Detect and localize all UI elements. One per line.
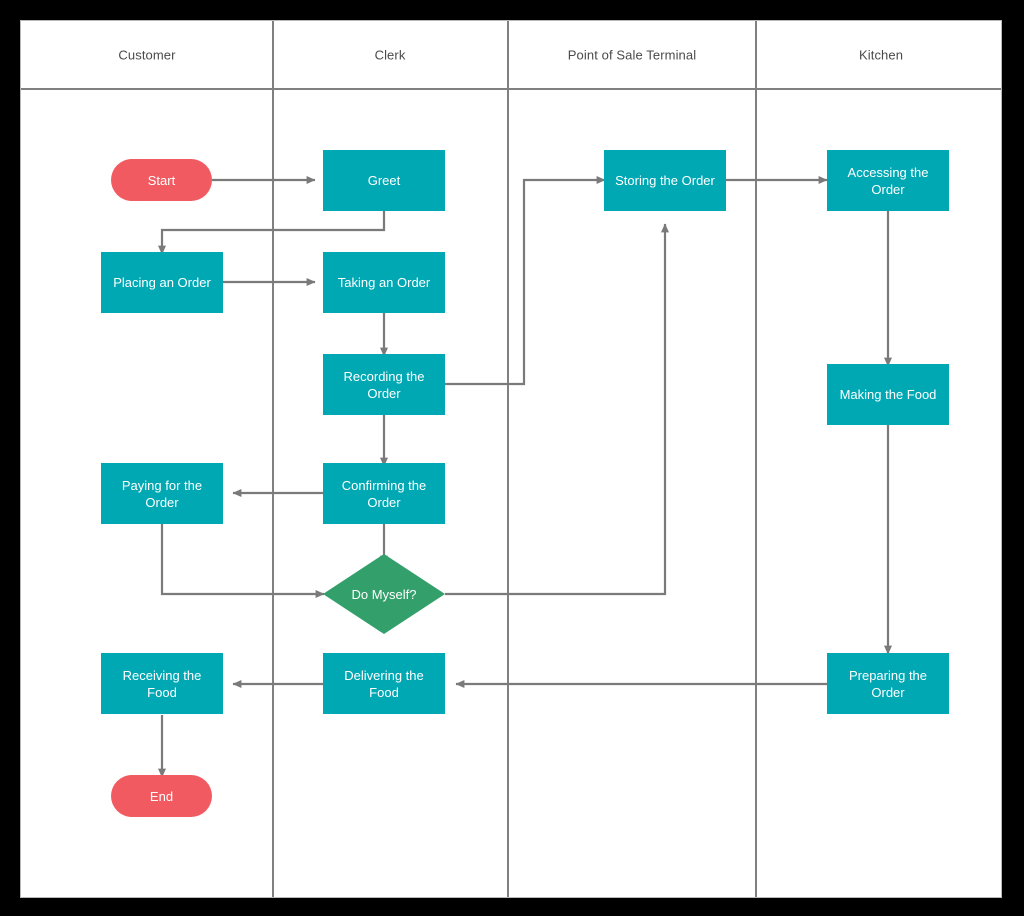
node-preparing-the-order[interactable]: Preparing the Order — [827, 653, 949, 714]
node-recording-the-order[interactable]: Recording the Order — [323, 354, 445, 415]
connector-do-myself-to-storing-order — [445, 223, 669, 596]
node-greet-label: Greet — [367, 173, 401, 188]
node-delivering-the-food-label: Delivering the Food — [344, 667, 424, 700]
node-start-label: Start — [147, 172, 176, 188]
screenshot-stage: Customer Clerk Point of Sale Terminal Ki… — [0, 0, 1024, 916]
node-start[interactable]: Start — [111, 159, 212, 201]
node-do-myself-decision[interactable]: Do Myself? — [323, 554, 445, 634]
node-taking-an-order[interactable]: Taking an Order — [323, 252, 445, 313]
node-placing-an-order[interactable]: Placing an Order — [101, 252, 223, 313]
node-do-myself-label: Do Myself? — [351, 586, 417, 602]
node-greet[interactable]: Greet — [323, 150, 445, 211]
node-accessing-the-order[interactable]: Accessing the Order — [827, 150, 949, 211]
node-making-the-food[interactable]: Making the Food — [827, 364, 949, 425]
node-confirming-the-order[interactable]: Confirming the Order — [323, 463, 445, 524]
node-accessing-the-order-label: Accessing the Order — [847, 164, 929, 197]
lane-header-kitchen: Kitchen — [858, 47, 904, 63]
node-confirming-the-order-label: Confirming the Order — [341, 477, 427, 510]
node-storing-the-order[interactable]: Storing the Order — [604, 150, 726, 211]
node-receiving-the-food[interactable]: Receiving the Food — [101, 653, 223, 714]
connector-group — [158, 176, 892, 778]
node-end-label: End — [149, 788, 174, 804]
diagram-canvas: Customer Clerk Point of Sale Terminal Ki… — [20, 20, 1002, 898]
node-preparing-the-order-label: Preparing the Order — [848, 667, 928, 700]
node-paying-for-the-order-label: Paying for the Order — [121, 477, 203, 510]
node-end[interactable]: End — [111, 775, 212, 817]
lane-header-point-of-sale-terminal: Point of Sale Terminal — [567, 47, 697, 63]
connector-recording-to-storing-order — [445, 176, 606, 386]
connector-paying-order-to-do-myself — [160, 524, 325, 598]
node-delivering-the-food[interactable]: Delivering the Food — [323, 653, 445, 714]
node-recording-the-order-label: Recording the Order — [343, 368, 425, 401]
node-storing-the-order-label: Storing the Order — [615, 173, 715, 188]
node-taking-an-order-label: Taking an Order — [337, 275, 431, 290]
node-paying-for-the-order[interactable]: Paying for the Order — [101, 463, 223, 524]
node-placing-an-order-label: Placing an Order — [113, 275, 211, 290]
node-making-the-food-label: Making the Food — [839, 387, 937, 402]
lane-header-customer: Customer — [118, 47, 176, 63]
node-receiving-the-food-label: Receiving the Food — [122, 667, 202, 700]
lane-header-clerk: Clerk — [374, 47, 406, 63]
